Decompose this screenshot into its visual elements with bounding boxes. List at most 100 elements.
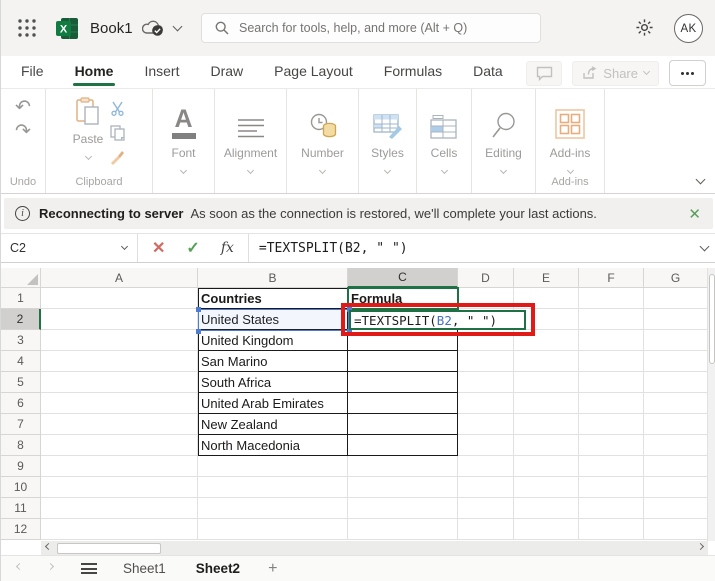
cell-D10[interactable] [458, 477, 514, 498]
cell-A7[interactable] [41, 414, 198, 435]
cell-B8[interactable]: North Macedonia [198, 435, 348, 456]
ribbon-group-font[interactable]: A Font [153, 89, 215, 193]
column-header-D[interactable]: D [458, 268, 514, 288]
row-header-1[interactable]: 1 [1, 288, 41, 309]
cell-G9[interactable] [644, 456, 708, 477]
vertical-scrollbar-thumb[interactable] [709, 274, 715, 364]
row-header-12[interactable]: 12 [1, 519, 41, 540]
cut-icon[interactable] [110, 101, 125, 116]
vertical-scrollbar[interactable] [707, 268, 715, 541]
next-sheet-icon[interactable] [46, 562, 55, 571]
cell-B10[interactable] [198, 477, 348, 498]
cell-A5[interactable] [41, 372, 198, 393]
row-header-9[interactable]: 9 [1, 456, 41, 477]
sheet-tab-sheet2[interactable]: Sheet2 [196, 561, 240, 576]
cell-B6[interactable]: United Arab Emirates [198, 393, 348, 414]
sheet-list-menu-icon[interactable] [81, 563, 97, 574]
cell-B2[interactable]: United States [198, 309, 348, 330]
horizontal-scrollbar-thumb[interactable] [57, 542, 161, 554]
cell-D11[interactable] [458, 498, 514, 519]
ribbon-group-number[interactable]: Number [287, 89, 359, 193]
app-launcher-icon[interactable] [14, 15, 40, 41]
settings-gear-icon[interactable] [635, 18, 654, 37]
formula-bar-input[interactable]: =TEXTSPLIT(B2, " ") [259, 241, 408, 256]
cell-F12[interactable] [579, 519, 644, 540]
cell-A2[interactable] [41, 309, 198, 330]
select-all-corner[interactable] [1, 268, 41, 288]
column-header-F[interactable]: F [579, 268, 644, 288]
row-header-3[interactable]: 3 [1, 330, 41, 351]
menu-tab-draw[interactable]: Draw [208, 58, 245, 86]
cell-G3[interactable] [644, 330, 708, 351]
format-painter-icon[interactable] [109, 150, 125, 165]
cell-A12[interactable] [41, 519, 198, 540]
cell-G4[interactable] [644, 351, 708, 372]
cell-D4[interactable] [458, 351, 514, 372]
cell-E7[interactable] [514, 414, 579, 435]
cell-C8[interactable] [348, 435, 458, 456]
menu-tab-insert[interactable]: Insert [142, 58, 181, 86]
cell-C6[interactable] [348, 393, 458, 414]
confirm-entry-icon[interactable]: ✓ [186, 238, 199, 258]
row-header-4[interactable]: 4 [1, 351, 41, 372]
cell-F5[interactable] [579, 372, 644, 393]
column-header-E[interactable]: E [514, 268, 579, 288]
cell-A8[interactable] [41, 435, 198, 456]
cell-B7[interactable]: New Zealand [198, 414, 348, 435]
cell-G2[interactable] [644, 309, 708, 330]
cell-E6[interactable] [514, 393, 579, 414]
insert-function-icon[interactable]: fx [221, 240, 234, 256]
cell-F11[interactable] [579, 498, 644, 519]
cell-B12[interactable] [198, 519, 348, 540]
cell-F9[interactable] [579, 456, 644, 477]
cell-G11[interactable] [644, 498, 708, 519]
cell-F4[interactable] [579, 351, 644, 372]
row-header-2[interactable]: 2 [1, 309, 41, 330]
cell-D8[interactable] [458, 435, 514, 456]
cell-G5[interactable] [644, 372, 708, 393]
sheet-tab-sheet1[interactable]: Sheet1 [123, 561, 166, 576]
row-header-8[interactable]: 8 [1, 435, 41, 456]
horizontal-scrollbar[interactable] [41, 541, 708, 555]
previous-sheet-icon[interactable] [15, 562, 24, 571]
title-dropdown-chevron-icon[interactable] [172, 21, 182, 31]
ribbon-group-addins[interactable]: Add-ins Add-ins [536, 89, 605, 193]
cell-C4[interactable] [348, 351, 458, 372]
cell-C12[interactable] [348, 519, 458, 540]
menu-tab-page-layout[interactable]: Page Layout [272, 58, 355, 86]
cell-C11[interactable] [348, 498, 458, 519]
cell-A6[interactable] [41, 393, 198, 414]
name-box[interactable]: C2 [1, 234, 138, 262]
ribbon-group-cells[interactable]: Cells [417, 89, 472, 193]
column-header-G[interactable]: G [644, 268, 708, 288]
cell-A3[interactable] [41, 330, 198, 351]
row-header-10[interactable]: 10 [1, 477, 41, 498]
cell-B1[interactable]: Countries [198, 288, 348, 309]
cell-B5[interactable]: South Africa [198, 372, 348, 393]
scroll-left-arrow-icon[interactable] [41, 541, 56, 555]
scroll-right-arrow-icon[interactable] [693, 541, 708, 555]
cell-C3[interactable] [348, 330, 458, 351]
cell-E9[interactable] [514, 456, 579, 477]
cell-B9[interactable] [198, 456, 348, 477]
menu-tab-data[interactable]: Data [471, 58, 505, 86]
cell-E10[interactable] [514, 477, 579, 498]
paste-button[interactable]: Paste [73, 97, 103, 165]
search-input[interactable]: Search for tools, help, and more (Alt + … [201, 13, 541, 43]
cell-A4[interactable] [41, 351, 198, 372]
cell-F7[interactable] [579, 414, 644, 435]
cell-D12[interactable] [458, 519, 514, 540]
cell-A10[interactable] [41, 477, 198, 498]
cell-D3[interactable] [458, 330, 514, 351]
row-header-7[interactable]: 7 [1, 414, 41, 435]
cell-B11[interactable] [198, 498, 348, 519]
cell-F8[interactable] [579, 435, 644, 456]
share-button[interactable]: Share [572, 60, 659, 86]
more-options-button[interactable] [669, 60, 706, 86]
cell-C7[interactable] [348, 414, 458, 435]
cell-c2-edit-box[interactable]: =TEXTSPLIT(B2, " ") [349, 310, 526, 330]
cell-A9[interactable] [41, 456, 198, 477]
ribbon-group-editing[interactable]: Editing [472, 89, 536, 193]
cell-G12[interactable] [644, 519, 708, 540]
cell-F10[interactable] [579, 477, 644, 498]
